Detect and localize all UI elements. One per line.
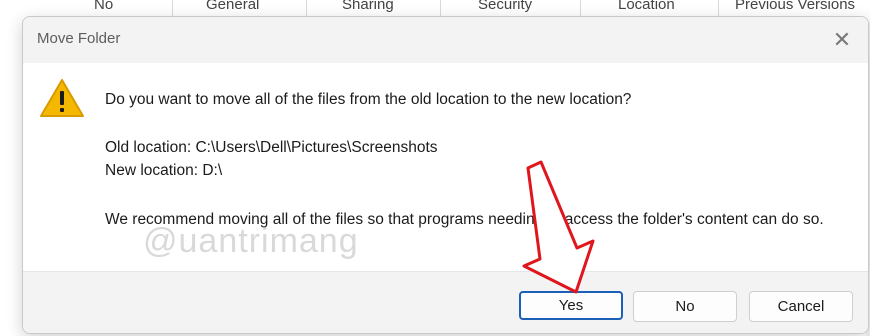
background-tab: Sharing [342, 0, 394, 13]
cancel-button[interactable]: Cancel [749, 291, 853, 322]
dialog-content: Do you want to move all of the files fro… [23, 63, 868, 271]
no-button[interactable]: No [633, 291, 737, 322]
background-tab: General [206, 0, 260, 13]
recommendation-text: We recommend moving all of the files so … [105, 211, 824, 228]
question-text: Do you want to move all of the files fro… [105, 91, 632, 108]
dialog-titlebar: Move Folder ✕ [23, 17, 868, 63]
warning-icon [40, 79, 84, 117]
old-location-text: Old location: C:\Users\Dell\Pictures\Scr… [105, 139, 438, 156]
background-tab: No [94, 0, 114, 13]
background-tab: Location [618, 0, 675, 13]
close-icon: ✕ [832, 27, 852, 52]
new-location-text: New location: D:\ [105, 162, 223, 179]
dialog-title: Move Folder [37, 30, 121, 47]
yes-button[interactable]: Yes [519, 291, 623, 320]
background-tab: Security [478, 0, 533, 13]
move-folder-dialog: Move Folder ✕ Do you want to move all of… [22, 16, 869, 334]
dialog-footer: Yes No Cancel [23, 271, 868, 333]
background-tab: Previous Versions [735, 0, 856, 13]
close-button[interactable]: ✕ [826, 25, 858, 55]
